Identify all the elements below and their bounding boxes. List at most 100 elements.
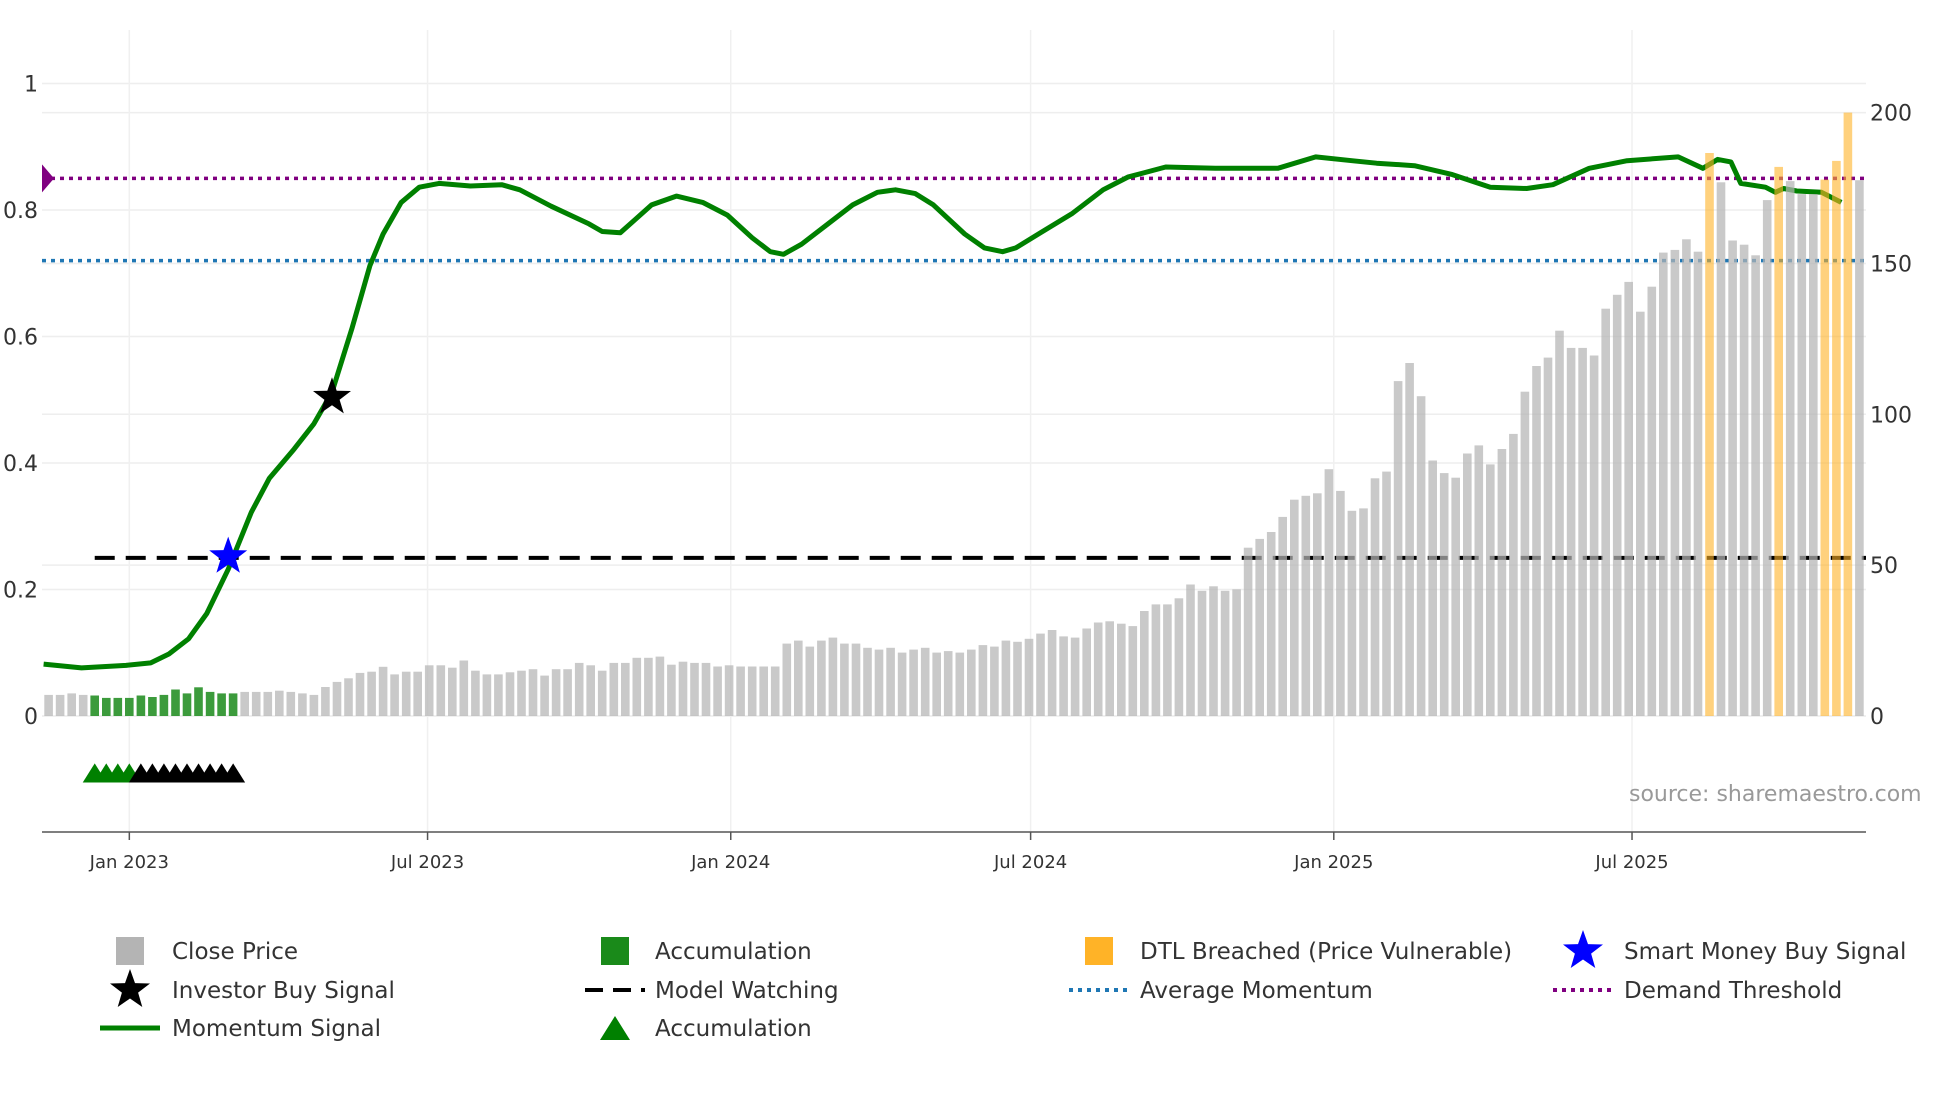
close-price-bar [321, 687, 330, 716]
close-price-bar [1186, 584, 1195, 716]
accumulation-bar [182, 693, 192, 716]
legend-star-icon [110, 969, 150, 1007]
accumulation-bar [113, 697, 123, 716]
close-price-bar [55, 694, 65, 716]
close-price-bar [1809, 194, 1818, 717]
close-price-bar [932, 652, 941, 716]
close-price-bar [1220, 590, 1230, 716]
close-price-bar [805, 646, 815, 716]
close-price-bar [1682, 239, 1691, 717]
close-price-bar [1497, 449, 1507, 716]
close-price-bar [759, 666, 768, 716]
close-price-bar [286, 691, 296, 716]
x-tick-label: Jul 2025 [1594, 852, 1668, 873]
close-price-bar [1647, 286, 1657, 716]
legend-item: Demand Threshold [1553, 978, 1842, 1004]
accumulation-bar [217, 693, 226, 716]
y-right-tick-label: 200 [1870, 102, 1912, 127]
y-left-tick-label: 0.2 [3, 579, 38, 604]
close-price-bar [655, 656, 665, 716]
y-left-tick-label: 0.4 [3, 452, 38, 477]
close-price-bar [1636, 311, 1645, 716]
legend-label: Accumulation [655, 1016, 812, 1042]
legend-swatch [1085, 937, 1113, 965]
legend-item: Average Momentum [1069, 978, 1373, 1004]
legend-label: Smart Money Buy Signal [1624, 939, 1906, 965]
close-price-bar [1509, 433, 1518, 716]
close-price-bar [1001, 640, 1011, 716]
close-price-bar [1416, 396, 1426, 716]
close-price-bar [1393, 381, 1403, 716]
close-price-bar [897, 652, 907, 716]
close-price-bar [1405, 363, 1414, 716]
close-price-bar [344, 678, 353, 716]
close-price-bar [1601, 308, 1610, 716]
legend-item: Close Price [116, 937, 298, 965]
accumulation-bar [194, 687, 203, 716]
close-price-bar [1855, 180, 1864, 716]
close-price-bar [1301, 495, 1311, 716]
close-price-bar [1716, 182, 1726, 717]
close-price-bar [1359, 508, 1368, 716]
close-price-bar [240, 691, 249, 716]
close-price-bar [263, 691, 273, 716]
close-price-bar [1070, 637, 1080, 716]
close-price-bar [309, 694, 319, 716]
accumulation-bar [148, 697, 157, 716]
legend-item: Momentum Signal [100, 1016, 381, 1042]
close-price-bar [1578, 347, 1587, 716]
close-price-bar [794, 640, 803, 716]
close-price-bar [851, 643, 861, 716]
close-price-bar [967, 649, 976, 716]
legend-swatch [601, 937, 629, 965]
dtl-breached-bar [1820, 179, 1830, 717]
close-price-bar [1117, 623, 1126, 716]
close-price-bar [632, 657, 642, 716]
legend-item: DTL Breached (Price Vulnerable) [1085, 937, 1512, 965]
close-price-bar [943, 651, 953, 716]
y-right-tick-label: 100 [1870, 403, 1912, 428]
close-price-bar [44, 694, 53, 716]
close-price-bar [67, 693, 76, 716]
close-price-bar [1693, 251, 1703, 716]
legend-label: Investor Buy Signal [172, 978, 395, 1004]
close-price-bar [1739, 244, 1749, 716]
legend-item: Accumulation [601, 937, 812, 965]
close-price-bar [1382, 471, 1391, 716]
legend-item: Smart Money Buy Signal [1563, 930, 1906, 968]
close-price-bar [1151, 604, 1161, 716]
y-right-tick-label: 150 [1870, 252, 1912, 277]
close-price-bar [471, 670, 480, 716]
close-price-bar [817, 640, 826, 716]
legend-label: Momentum Signal [172, 1016, 381, 1042]
source-label: source: sharemaestro.com [1629, 782, 1922, 807]
close-price-bar [1670, 249, 1680, 716]
dtl-breached-bar [1705, 153, 1714, 716]
close-price-bar [459, 660, 469, 716]
accumulation-bar [159, 694, 169, 716]
legend-item: Investor Buy Signal [110, 969, 395, 1007]
close-price-bar [978, 645, 988, 716]
accumulation-bar [171, 689, 180, 716]
legend-label: DTL Breached (Price Vulnerable) [1140, 939, 1512, 965]
close-price-bar [1082, 628, 1091, 716]
close-price-bar [955, 652, 965, 716]
close-price-bar [401, 671, 411, 716]
close-price-bar [482, 674, 492, 716]
dtl-breached-bar [1843, 112, 1853, 717]
close-price-bar [1024, 638, 1034, 716]
close-price-bar [298, 693, 307, 716]
legend-label: Average Momentum [1140, 978, 1373, 1004]
close-price-bar [1266, 532, 1276, 716]
x-tick-label: Jul 2023 [390, 852, 464, 873]
y-left-tick-label: 0.6 [3, 326, 38, 351]
legend: Close Price Accumulation DTL Breached (Pri… [100, 930, 1906, 1042]
close-price-bar [505, 672, 515, 716]
close-price-bar [1612, 294, 1622, 716]
x-tick-label: Jan 2025 [1293, 852, 1373, 873]
close-price-bar [1059, 636, 1068, 716]
accumulation-bar [102, 697, 111, 716]
close-price-bar [448, 667, 457, 716]
x-tick-label: Jan 2024 [690, 852, 770, 873]
close-price-bar [1520, 391, 1530, 716]
